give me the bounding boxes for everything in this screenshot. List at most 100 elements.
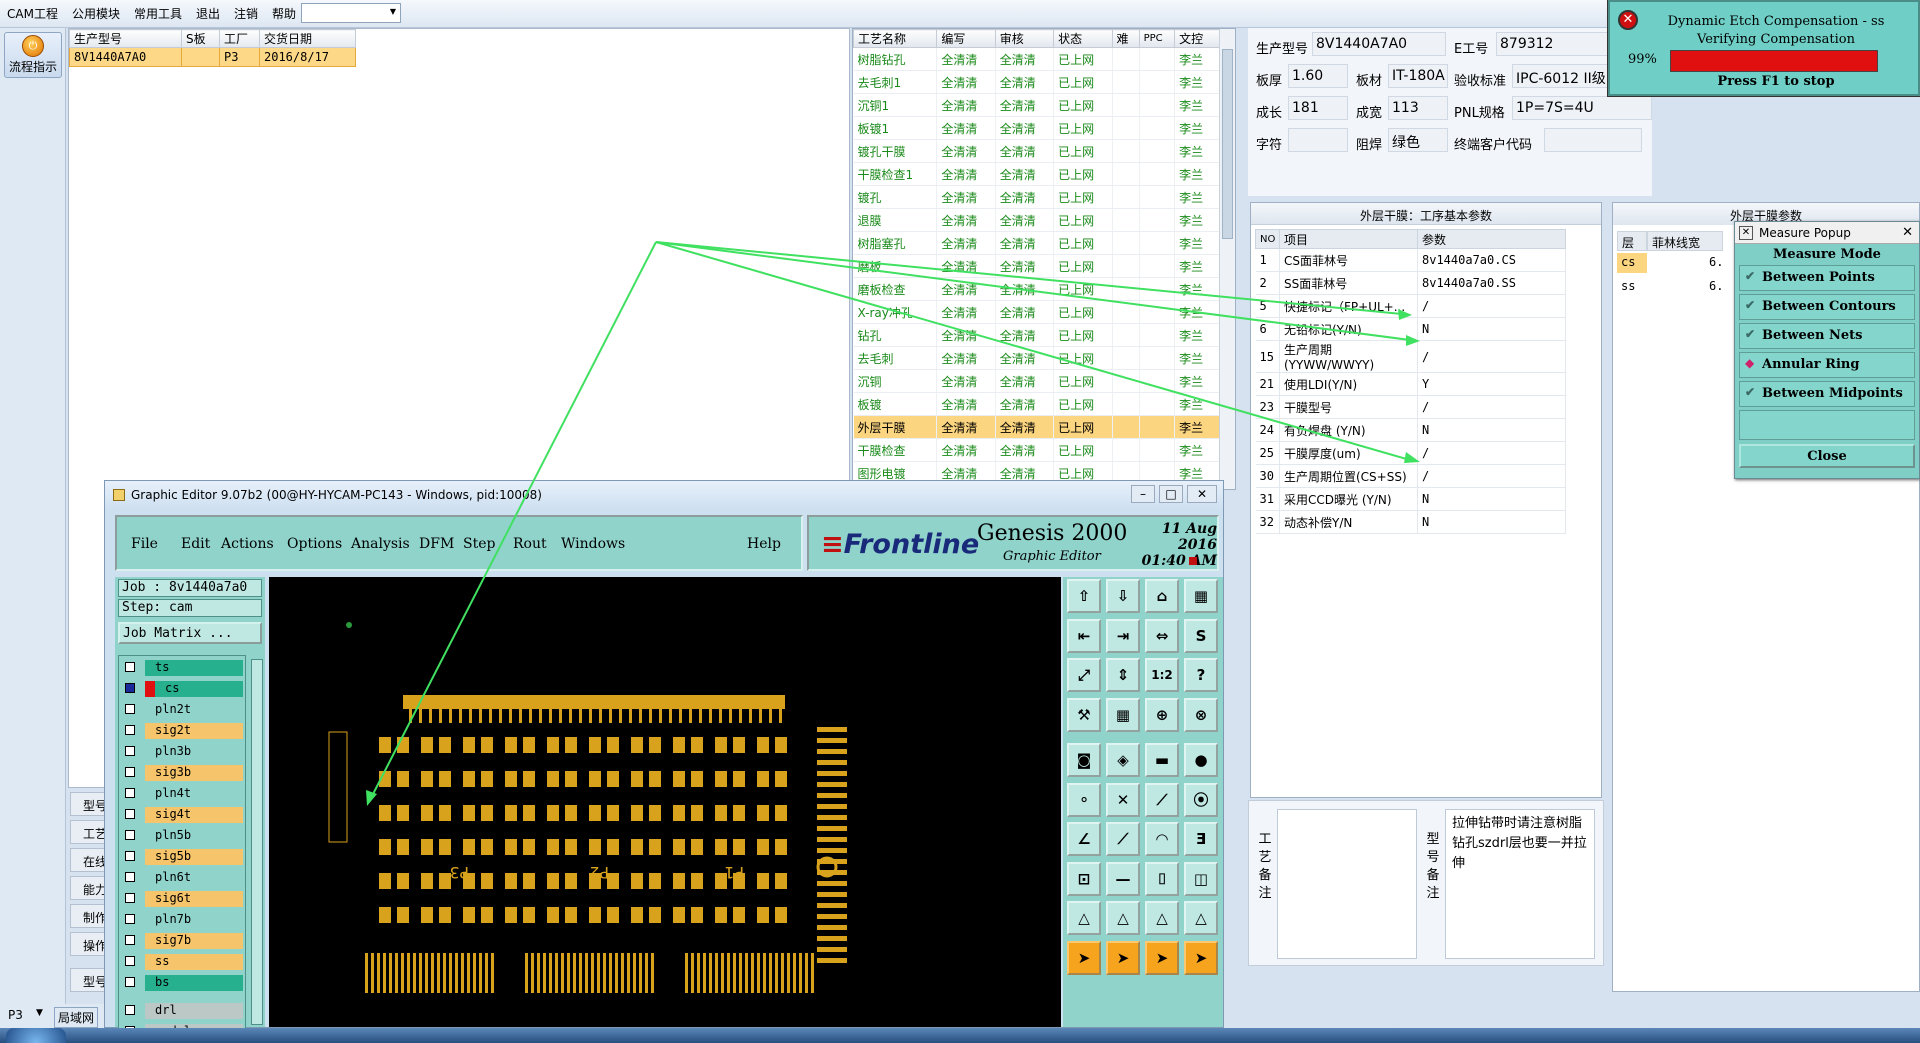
table-row[interactable]: 磨板检查 全清清 全清清 已上网 李兰 [853, 277, 1221, 301]
menu-windows[interactable]: Windows [561, 536, 625, 552]
layer-checkbox[interactable] [125, 683, 135, 693]
col-writer[interactable]: 编写 [936, 29, 996, 48]
table-row[interactable]: 沉铜1 全清清 全清清 已上网 李兰 [853, 93, 1221, 117]
col-delivery[interactable]: 交货日期 [259, 29, 356, 48]
tri3-icon[interactable]: △ [1145, 901, 1179, 935]
layer-row[interactable]: sig5b [121, 848, 243, 866]
layer-row[interactable]: ss [121, 953, 243, 971]
table-row[interactable]: 沉铜 全清清 全清清 已上网 李兰 [853, 369, 1221, 393]
layer-row[interactable]: pln3b [121, 743, 243, 761]
scroll-thumb[interactable] [1222, 49, 1233, 239]
table-row[interactable]: 25 干膜厚度(um) / [1255, 441, 1566, 465]
link-icon[interactable]: ⚬ [1067, 782, 1101, 817]
net-icon[interactable]: ⊕ [1145, 697, 1179, 732]
layer-row[interactable]: sig3b [121, 764, 243, 782]
house-icon[interactable]: ⌂ [1145, 579, 1179, 613]
layer-checkbox[interactable] [125, 977, 135, 987]
shape4-icon[interactable]: ● [1184, 743, 1218, 777]
col-process[interactable]: 工艺名称 [853, 29, 938, 48]
layer-row[interactable]: sig4t [121, 806, 243, 824]
measure-option[interactable]: ✔ Between Midpoints [1739, 381, 1915, 407]
table-row[interactable]: 去毛刺 全清清 全清清 已上网 李兰 [853, 346, 1221, 370]
home-icon[interactable]: ⇧ [1067, 579, 1101, 613]
menu-dfm[interactable]: DFM [419, 536, 454, 552]
menu-rout[interactable]: Rout [513, 536, 547, 552]
table-row[interactable]: 板镀1 全清清 全清清 已上网 李兰 [853, 116, 1221, 140]
table-row[interactable]: 5 快捷标记（FP+UL+... / [1255, 294, 1566, 318]
shape3-icon[interactable]: ▬ [1145, 743, 1179, 777]
top-combo[interactable]: ▼ [301, 3, 401, 23]
layer-checkbox[interactable] [125, 893, 135, 903]
pointer2-icon[interactable]: ➤ [1106, 940, 1140, 975]
layer-row[interactable]: pln7b [121, 911, 243, 929]
table-row[interactable]: 31 采用CCD曝光 (Y/N) N [1255, 487, 1566, 511]
table-row[interactable]: X-ray冲孔 全清清 全清清 已上网 李兰 [853, 300, 1221, 324]
layer-row[interactable]: pln6t [121, 869, 243, 887]
table-row[interactable]: 1 CS面菲林号 8v1440a7a0.CS [1255, 248, 1566, 272]
layer-checkbox[interactable] [125, 662, 135, 672]
table-row[interactable]: 镀孔干膜 全清清 全清清 已上网 李兰 [853, 139, 1221, 163]
char-field[interactable] [1288, 128, 1348, 152]
table-row[interactable]: 干膜检查1 全清清 全清清 已上网 李兰 [853, 162, 1221, 186]
col-status[interactable]: 状态 [1053, 29, 1113, 48]
squares-icon[interactable]: ◫ [1184, 861, 1218, 896]
menu-actions[interactable]: Actions [221, 536, 274, 552]
layer-row[interactable]: pln4t [121, 785, 243, 803]
net2-icon[interactable]: ⊗ [1184, 697, 1218, 732]
pointer4-icon[interactable]: ➤ [1184, 940, 1218, 975]
menu-logout[interactable]: 注销 [227, 0, 265, 22]
ff-icon[interactable]: Ǝ [1184, 822, 1218, 856]
menu-help[interactable]: 帮助 [265, 0, 303, 22]
tool-icon[interactable]: ⚒ [1067, 697, 1101, 732]
table-row[interactable]: 板镀 全清清 全清清 已上网 李兰 [853, 392, 1221, 416]
table-row[interactable]: 外层干膜 全清清 全清清 已上网 李兰 [853, 415, 1221, 439]
pan-both-icon[interactable]: ⇔ [1145, 618, 1179, 653]
col-ppc[interactable]: PPC [1138, 29, 1176, 48]
length-field[interactable]: 181 [1288, 96, 1348, 120]
col-no[interactable]: NO [1255, 229, 1280, 249]
layer-row[interactable]: pln2t [121, 701, 243, 719]
layer-checkbox[interactable] [125, 767, 135, 777]
pan-right-icon[interactable]: ⇥ [1106, 618, 1140, 653]
layer-scrollbar[interactable] [251, 659, 263, 1025]
layer-checkbox[interactable] [125, 872, 135, 882]
help-icon[interactable]: ? [1184, 658, 1218, 692]
layer-checkbox[interactable] [125, 914, 135, 924]
tri2-icon[interactable]: △ [1106, 901, 1140, 935]
table-row[interactable]: 24 有负焊盘 (Y/N) N [1255, 418, 1566, 442]
col-item[interactable]: 项目 [1279, 229, 1418, 249]
width-field[interactable]: 113 [1388, 96, 1448, 120]
layer-row[interactable]: bs [121, 974, 243, 992]
table-row[interactable]: 6 无铅标记(Y/N) N [1255, 317, 1566, 341]
menu-cam[interactable]: CAM工程 [0, 0, 65, 22]
s-icon[interactable]: S [1184, 618, 1218, 653]
angle-icon[interactable]: ∠ [1067, 822, 1101, 856]
close-icon[interactable]: ✕ [1902, 225, 1913, 240]
part-no-field[interactable]: 8V1440A7A0 [1312, 32, 1446, 56]
table-row[interactable]: 23 干膜型号 / [1255, 395, 1566, 419]
pointer-icon[interactable]: ➤ [1067, 940, 1101, 975]
menu-common-module[interactable]: 公用模块 [65, 0, 127, 22]
layer-checkbox[interactable] [125, 809, 135, 819]
layer-row[interactable]: pln5b [121, 827, 243, 845]
menu-exit[interactable]: 退出 [189, 0, 227, 22]
customer-field[interactable] [1544, 128, 1642, 152]
pan-left-icon[interactable]: ⇤ [1067, 618, 1101, 653]
layer-checkbox[interactable] [125, 956, 135, 966]
menu-tools[interactable]: 常用工具 [127, 0, 189, 22]
graphic-canvas[interactable]: P3 P2 P1 [269, 577, 1061, 1027]
zoom-v-icon[interactable]: ⇕ [1106, 658, 1140, 692]
pointer3-icon[interactable]: ➤ [1145, 940, 1179, 975]
layer-row[interactable]: sig7b [121, 932, 243, 950]
minimize-button[interactable]: – [1131, 485, 1155, 503]
table-row[interactable]: 去毛刺1 全清清 全清清 已上网 李兰 [853, 70, 1221, 94]
cell-layer-ss[interactable]: ss [1617, 277, 1647, 297]
cell-layer-cs[interactable]: cs [1617, 253, 1647, 273]
pcb-view[interactable]: P3 P2 P1 [269, 577, 1061, 1027]
table-row[interactable]: 磨板 全清清 全清清 已上网 李兰 [853, 254, 1221, 278]
layer-row[interactable]: sig2t [121, 722, 243, 740]
shape2-icon[interactable]: ◈ [1106, 743, 1140, 777]
table-row[interactable]: 干膜检查 全清清 全清清 已上网 李兰 [853, 438, 1221, 462]
flow-button[interactable]: ⏻ 流程指示 [4, 32, 62, 78]
menu-help[interactable]: Help [747, 536, 781, 552]
